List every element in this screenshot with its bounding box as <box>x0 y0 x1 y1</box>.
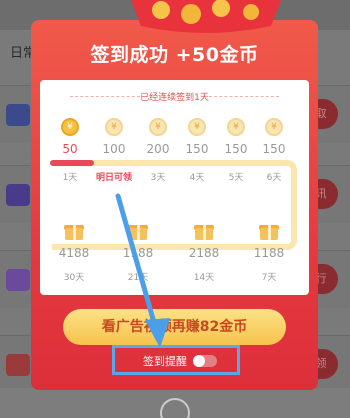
day-label: 5天 <box>228 173 244 183</box>
toggle-knob <box>193 355 205 367</box>
gift-icon <box>259 222 279 240</box>
reward-amount: 1188 <box>253 246 285 260</box>
gift-icon <box>128 222 148 240</box>
day-label: 30天 <box>63 273 85 283</box>
reward-amount: 150 <box>185 142 209 156</box>
coin-icon: ¥ <box>265 118 283 136</box>
gift-icon <box>64 222 84 240</box>
day-30: 4188 30天 <box>54 222 94 283</box>
wallet-icon <box>6 184 30 206</box>
reward-amount: 4188 <box>58 246 90 260</box>
coin-icon: ¥ <box>61 118 79 136</box>
coin-icon: ¥ <box>105 118 123 136</box>
card-icon <box>6 269 30 291</box>
day-2: ¥ 100 明日可领 <box>92 118 136 183</box>
ad-icon <box>6 104 30 126</box>
checkin-calendar: 已经连续签到1天 ¥ 50 1天 ¥ 100 明日可领 ¥ 200 3天 ¥ 1… <box>40 80 309 295</box>
reward-amount: 150 <box>262 142 286 156</box>
day-label: 6天 <box>266 173 282 183</box>
day-label: 3天 <box>150 173 166 183</box>
mail-icon <box>6 354 30 376</box>
remind-toggle[interactable] <box>193 355 217 367</box>
coin-icon: ¥ <box>227 118 245 136</box>
day-4: ¥ 150 4天 <box>177 118 217 183</box>
reward-amount: 1188 <box>122 246 154 260</box>
day-label: 7天 <box>261 273 277 283</box>
day-3: ¥ 200 3天 <box>138 118 178 183</box>
reward-amount: 100 <box>102 142 126 156</box>
day-label: 1天 <box>62 173 78 183</box>
reward-amount: 2188 <box>188 246 220 260</box>
reward-amount: 50 <box>62 142 78 156</box>
day-14: 2188 14天 <box>184 222 224 283</box>
remind-highlight: 签到提醒 <box>112 345 240 375</box>
day-label: 21天 <box>127 273 149 283</box>
coins-decoration-icon <box>131 0 281 33</box>
modal-title: 签到成功 +50金币 <box>90 44 259 66</box>
day-5: ¥ 150 5天 <box>216 118 256 183</box>
coin-icon: ¥ <box>188 118 206 136</box>
gift-icon <box>194 222 214 240</box>
day-label: 14天 <box>193 273 215 283</box>
day-label: 4天 <box>189 173 205 183</box>
day-7: 1188 7天 <box>249 222 289 283</box>
day-label: 明日可领 <box>95 173 132 183</box>
coin-icon: ¥ <box>149 118 167 136</box>
home-indicator-icon <box>160 398 190 418</box>
day-21: 1188 21天 <box>118 222 158 283</box>
day-1: ¥ 50 1天 <box>50 118 90 183</box>
reward-amount: 200 <box>146 142 170 156</box>
divider <box>209 96 279 97</box>
bottom-bar <box>0 388 350 418</box>
remind-label: 签到提醒 <box>143 355 187 368</box>
checkin-modal: 签到成功 +50金币 已经连续签到1天 ¥ 50 1天 ¥ 100 明日可领 ¥… <box>31 0 318 390</box>
day-6: ¥ 150 6天 <box>254 118 294 183</box>
watch-ad-button[interactable]: 看广告视频再赚82金币 <box>63 309 286 345</box>
reward-amount: 150 <box>224 142 248 156</box>
